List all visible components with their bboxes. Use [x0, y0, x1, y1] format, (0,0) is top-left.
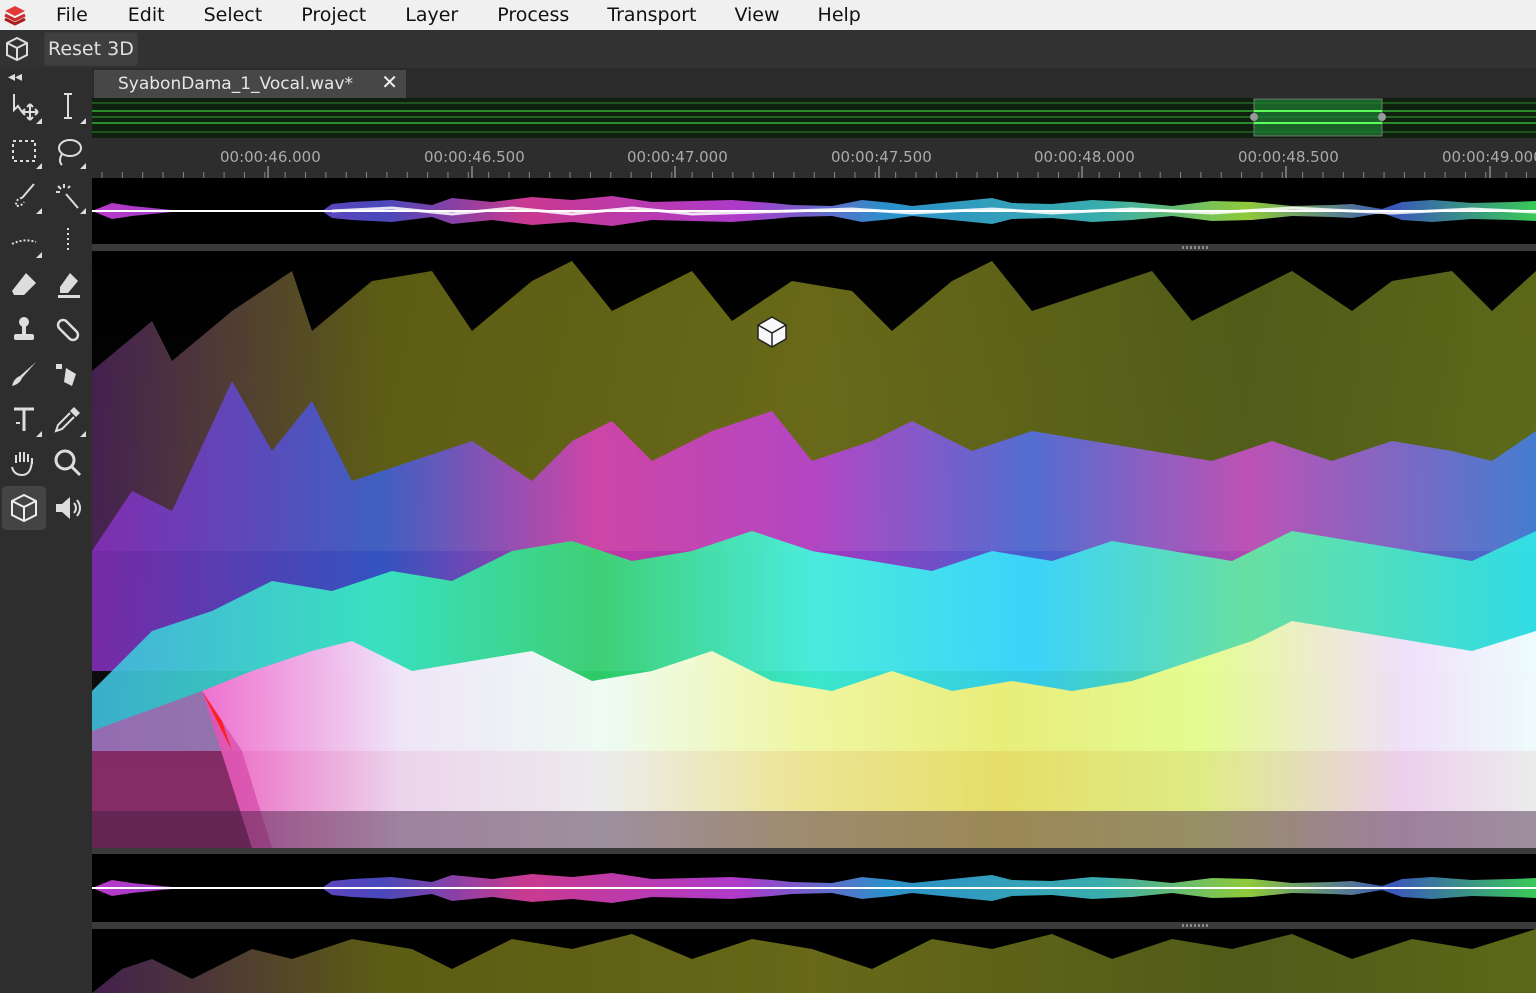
splitter-grip[interactable] — [1182, 924, 1208, 927]
speaker-icon[interactable] — [48, 488, 88, 528]
hand-icon[interactable] — [4, 443, 44, 483]
clone-stamp-icon[interactable] — [4, 310, 44, 350]
cube-icon[interactable] — [0, 32, 34, 66]
dotted-line-icon[interactable] — [4, 220, 44, 260]
waveform-view-top[interactable] — [92, 178, 1536, 244]
vertical-dots-icon[interactable] — [48, 220, 88, 260]
app-logo-icon — [0, 0, 30, 30]
menu-process[interactable]: Process — [497, 4, 569, 26]
rect-select-icon[interactable] — [4, 131, 44, 171]
menu-transport[interactable]: Transport — [607, 4, 696, 26]
reset-3d-button[interactable]: Reset 3D — [44, 32, 138, 66]
smart-eraser-icon[interactable] — [48, 265, 88, 305]
move-icon[interactable] — [4, 86, 44, 126]
collapse-panel-button[interactable]: ◂◂ — [8, 68, 22, 85]
pane-splitter[interactable] — [92, 922, 1536, 929]
eyedropper-icon[interactable] — [48, 399, 88, 439]
3d-cube-icon[interactable] — [2, 486, 46, 530]
text-tool-icon[interactable] — [4, 399, 44, 439]
spectrogram-3d-view[interactable] — [92, 251, 1536, 848]
brush-icon[interactable] — [4, 354, 44, 394]
menu-layer[interactable]: Layer — [405, 4, 458, 26]
menu-file[interactable]: File — [56, 4, 88, 26]
lasso-icon[interactable] — [48, 131, 88, 171]
menu-items: File Edit Select Project Layer Process Transpo… — [56, 4, 861, 26]
menu-project[interactable]: Project — [301, 4, 366, 26]
close-tab-icon[interactable]: ✕ — [381, 70, 398, 94]
ruler-ticks — [101, 166, 1527, 178]
overview-navigator[interactable] — [92, 98, 1536, 138]
splitter-grip[interactable] — [1182, 246, 1208, 249]
overview-viewport[interactable] — [1250, 98, 1386, 137]
eraser-icon[interactable] — [4, 265, 44, 305]
spectrogram-3d-view-secondary[interactable] — [92, 929, 1536, 993]
tool-panel: ◂◂ — [0, 68, 92, 993]
zoom-icon[interactable] — [48, 443, 88, 483]
toolbar: Reset 3D — [0, 30, 1536, 68]
time-ruler[interactable]: 00:00:46.000 00:00:46.500 00:00:47.000 0… — [92, 138, 1536, 178]
menu-view[interactable]: View — [734, 4, 779, 26]
tab-title: SyabonDama_1_Vocal.wav* — [118, 74, 354, 94]
waveform-view-bottom[interactable] — [92, 854, 1536, 922]
menu-edit[interactable]: Edit — [128, 4, 165, 26]
tab-syabondama-vocal[interactable]: SyabonDama_1_Vocal.wav* ✕ — [94, 70, 406, 98]
brush-select-icon[interactable] — [4, 176, 44, 216]
spray-icon[interactable] — [48, 354, 88, 394]
menu-help[interactable]: Help — [818, 4, 861, 26]
menu-select[interactable]: Select — [204, 4, 263, 26]
menu-bar: File Edit Select Project Layer Process Transpo… — [0, 0, 1536, 30]
bandage-icon[interactable] — [48, 310, 88, 350]
text-cursor-icon[interactable] — [48, 86, 88, 126]
tab-bar: SyabonDama_1_Vocal.wav* ✕ — [92, 68, 1536, 98]
magic-wand-icon[interactable] — [48, 176, 88, 216]
pane-splitter[interactable] — [92, 244, 1536, 251]
